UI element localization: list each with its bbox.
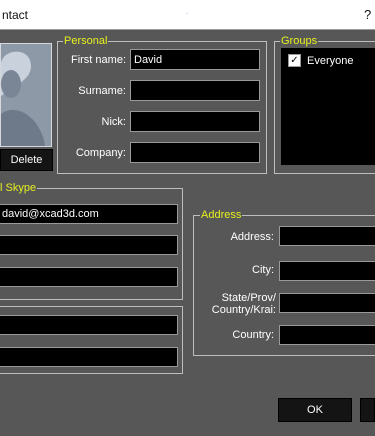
city-label: City: — [252, 264, 274, 276]
email-field[interactable]: david@xcad3d.com — [0, 204, 178, 224]
first-name-field[interactable]: David — [130, 49, 260, 70]
address-legend: Address — [200, 209, 243, 221]
surname-label: Surname: — [78, 85, 126, 97]
group-label: Everyone — [307, 54, 354, 67]
personal-legend: Personal — [63, 35, 109, 47]
delete-photo-button[interactable]: Delete — [0, 149, 53, 171]
title-mark: ¨ — [186, 13, 189, 20]
nick-label: Nick: — [101, 116, 126, 128]
list-item[interactable]: ✓ Everyone — [288, 54, 353, 67]
ok-button[interactable]: OK — [278, 398, 352, 422]
window-title: ntact — [2, 8, 29, 22]
checkbox-checked-icon[interactable]: ✓ — [288, 54, 301, 67]
groups-legend: Groups — [280, 35, 319, 47]
help-button[interactable]: ? — [364, 7, 371, 22]
email-field-2[interactable] — [0, 235, 178, 255]
phone-field-1[interactable] — [0, 315, 178, 335]
address-label: Address: — [230, 231, 274, 243]
skype-legend: l Skype — [0, 182, 38, 194]
cancel-button[interactable] — [360, 398, 375, 422]
groups-list[interactable]: ✓ Everyone — [281, 48, 375, 165]
avatar-icon — [1, 44, 51, 146]
address-field[interactable] — [279, 226, 375, 246]
contact-photo[interactable] — [0, 43, 52, 147]
state-label-line2: Country/Krai: — [211, 304, 276, 316]
country-field[interactable] — [279, 325, 375, 345]
surname-field[interactable] — [130, 80, 260, 101]
nick-field[interactable] — [130, 111, 260, 132]
state-field[interactable] — [279, 293, 375, 313]
country-label: Country: — [232, 329, 274, 341]
first-name-label: First name: — [70, 54, 126, 66]
phone-field-2[interactable] — [0, 347, 178, 367]
title-bar: ntact ¨ ? — [0, 0, 375, 30]
state-label-line1: State/Prov/ — [221, 292, 276, 304]
company-label: Company: — [75, 147, 126, 159]
company-field[interactable] — [130, 142, 260, 163]
city-field[interactable] — [279, 261, 375, 281]
skype-field[interactable] — [0, 267, 178, 287]
